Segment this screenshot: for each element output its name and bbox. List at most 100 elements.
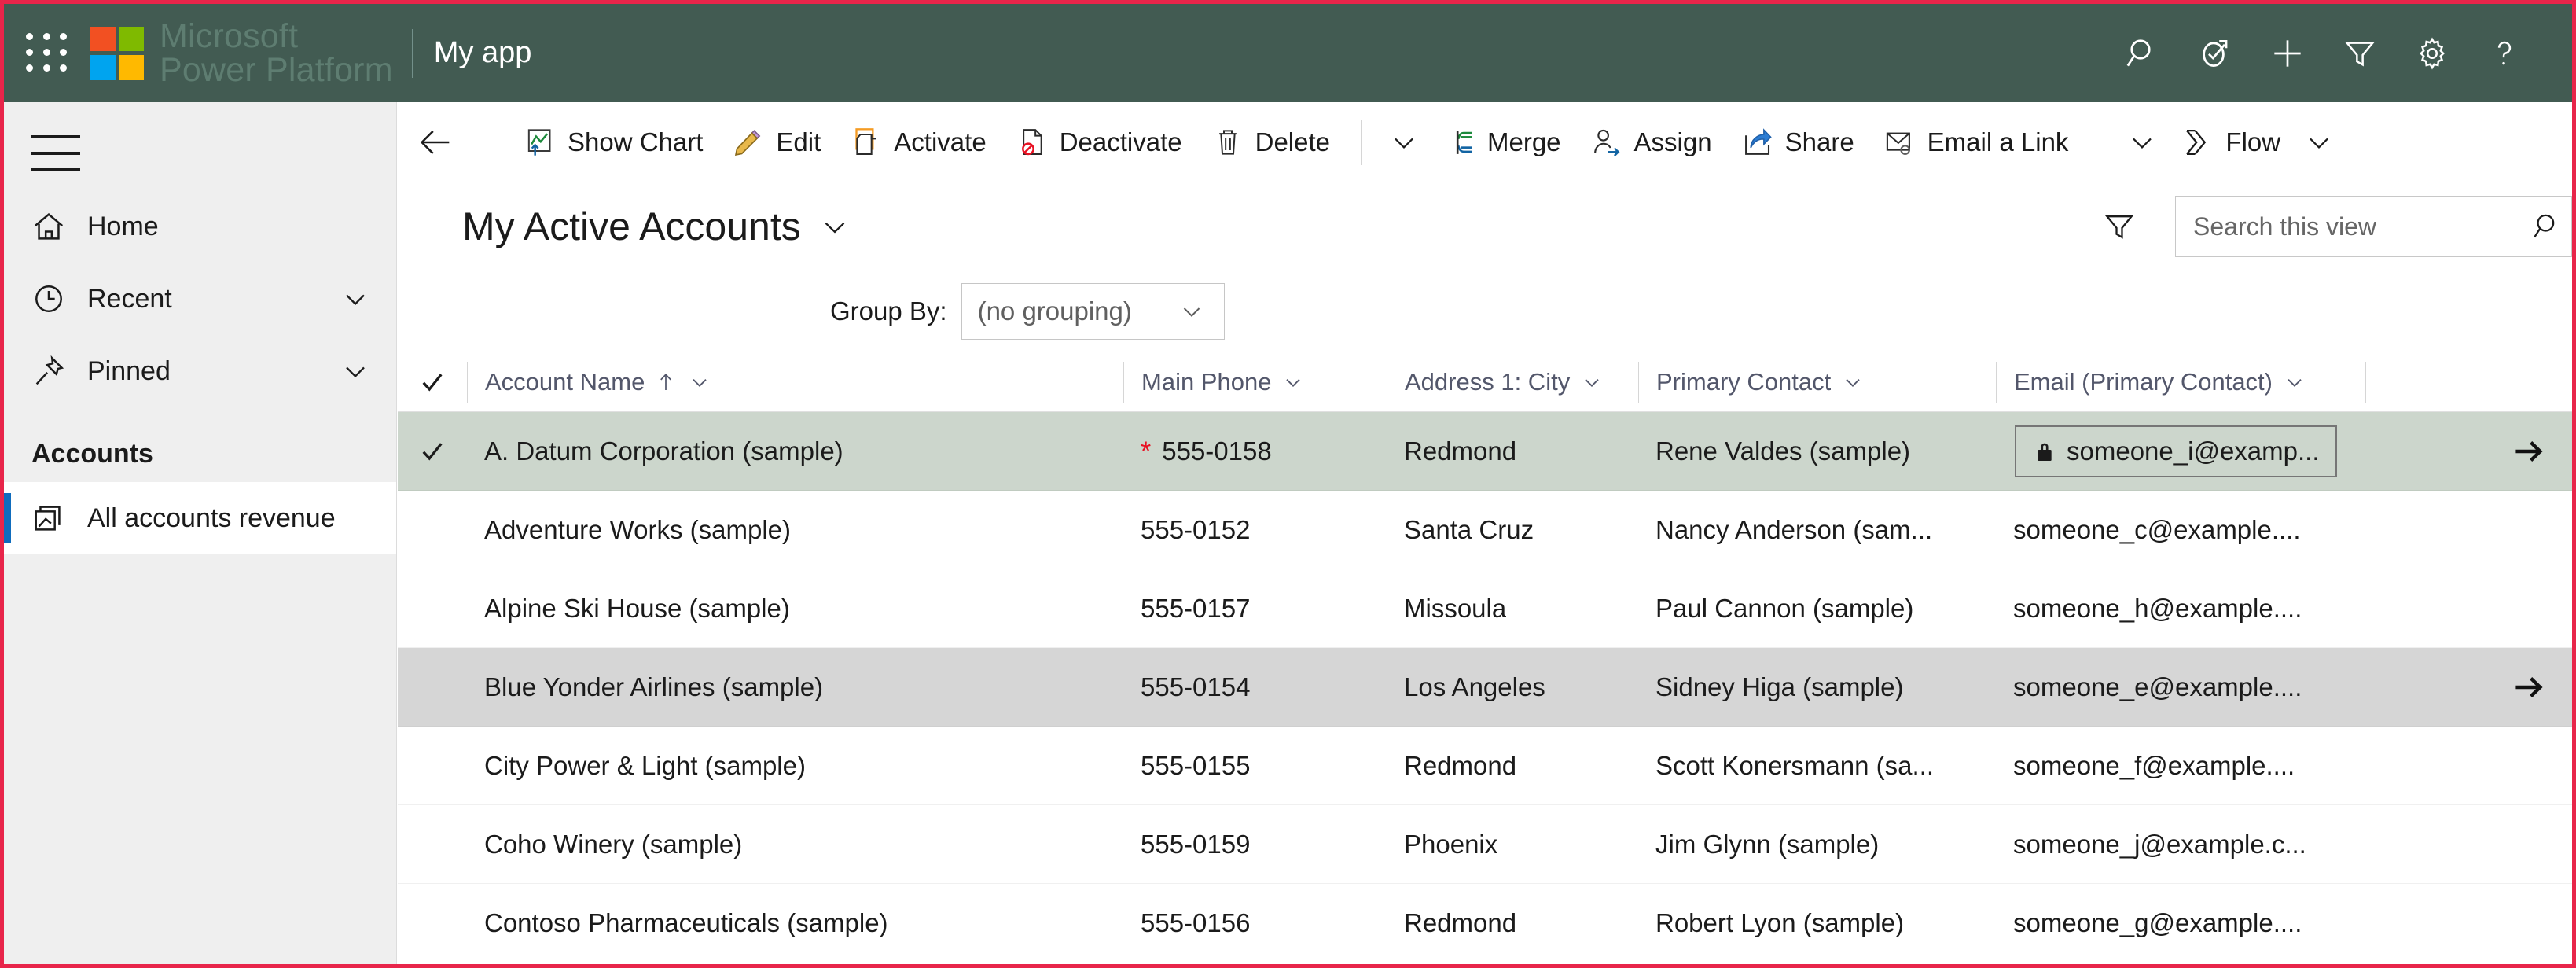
cell-email-primary-contact[interactable]: someone_j@example.c... xyxy=(1996,830,2365,859)
flow-chevron-down-icon[interactable] xyxy=(2295,102,2343,182)
cell-account-name[interactable]: Coho Winery (sample) xyxy=(467,830,1123,859)
table-row[interactable]: Adventure Works (sample) 555-0152 Santa Cr… xyxy=(398,491,2572,569)
cell-main-phone[interactable]: 555-0152 xyxy=(1123,515,1387,545)
cell-main-phone[interactable]: * 555-0158 xyxy=(1123,436,1387,466)
search-icon[interactable] xyxy=(2523,210,2571,243)
cell-email-primary-contact[interactable]: someone_h@example.... xyxy=(1996,594,2365,624)
cell-account-name[interactable]: Alpine Ski House (sample) xyxy=(467,594,1123,624)
plus-icon[interactable] xyxy=(2251,4,2324,102)
overflow-chevron-down-icon-2[interactable] xyxy=(2118,102,2166,182)
edit-button[interactable]: Edit xyxy=(717,102,835,182)
sidebar-item-home[interactable]: Home xyxy=(4,190,396,263)
cell-text: Los Angeles xyxy=(1404,672,1545,701)
assistant-icon[interactable] xyxy=(2179,4,2251,102)
merge-button[interactable]: Merge xyxy=(1428,102,1575,182)
share-button[interactable]: Share xyxy=(1726,102,1869,182)
select-all-checkbox[interactable] xyxy=(398,368,467,396)
view-selector-chevron-down-icon[interactable] xyxy=(817,208,853,245)
activate-button[interactable]: Activate xyxy=(835,102,1000,182)
gear-icon[interactable] xyxy=(2396,4,2468,102)
filter-icon[interactable] xyxy=(2324,4,2396,102)
arrow-right-icon[interactable] xyxy=(2511,670,2572,705)
cell-account-name[interactable]: Blue Yonder Airlines (sample) xyxy=(467,672,1123,702)
sidebar-item-pinned[interactable]: Pinned xyxy=(4,335,396,407)
cell-primary-contact[interactable]: Robert Lyon (sample) xyxy=(1638,908,1996,938)
flow-button[interactable]: Flow xyxy=(2166,102,2295,182)
overflow-chevron-down-icon[interactable] xyxy=(1380,102,1428,182)
chevron-down-icon[interactable] xyxy=(338,282,373,316)
chevron-down-icon[interactable] xyxy=(2282,370,2307,395)
cell-primary-contact[interactable]: Scott Konersmann (sa... xyxy=(1638,751,1996,781)
cell-main-phone[interactable]: 555-0155 xyxy=(1123,751,1387,781)
cell-address-city[interactable]: Missoula xyxy=(1387,594,1638,624)
cell-account-name[interactable]: A. Datum Corporation (sample) xyxy=(467,436,1123,466)
row-checkbox[interactable] xyxy=(398,437,467,466)
table-row[interactable]: Coho Winery (sample) 555-0159 Phoenix Jim G… xyxy=(398,805,2572,884)
group-by-select[interactable]: (no grouping) xyxy=(961,283,1225,340)
cell-address-city[interactable]: Phoenix xyxy=(1387,830,1638,859)
cell-account-name[interactable]: Adventure Works (sample) xyxy=(467,515,1123,545)
chevron-down-icon[interactable] xyxy=(1281,370,1306,395)
waffle-icon[interactable] xyxy=(26,32,70,74)
cell-main-phone[interactable]: 555-0159 xyxy=(1123,830,1387,859)
cell-address-city[interactable]: Los Angeles xyxy=(1387,672,1638,702)
table-row[interactable]: Blue Yonder Airlines (sample) 555-0154 Los… xyxy=(398,648,2572,727)
cell-email-primary-contact[interactable]: someone_f@example.... xyxy=(1996,751,2365,781)
search-input[interactable] xyxy=(2176,212,2523,241)
search-icon[interactable] xyxy=(2107,4,2179,102)
cell-account-name[interactable]: Contoso Pharmaceuticals (sample) xyxy=(467,908,1123,938)
back-arrow-icon[interactable] xyxy=(398,102,473,182)
help-icon[interactable] xyxy=(2468,4,2541,102)
email-a-link-button[interactable]: Email a Link xyxy=(1869,102,2083,182)
chevron-down-icon[interactable] xyxy=(687,370,712,395)
cell-primary-contact[interactable]: Jim Glynn (sample) xyxy=(1638,830,1996,859)
cell-address-city[interactable]: Redmond xyxy=(1387,908,1638,938)
column-header-account-name[interactable]: Account Name xyxy=(467,361,1123,403)
column-header-email-primary-contact[interactable]: Email (Primary Contact) xyxy=(1996,361,2365,403)
column-header-address-1-city[interactable]: Address 1: City xyxy=(1387,361,1638,403)
cell-primary-contact[interactable]: Nancy Anderson (sam... xyxy=(1638,515,1996,545)
delete-button[interactable]: Delete xyxy=(1196,102,1344,182)
table-row[interactable]: A. Datum Corporation (sample) * 555-0158 Re… xyxy=(398,412,2572,491)
cell-primary-contact[interactable]: Sidney Higa (sample) xyxy=(1638,672,1996,702)
chevron-down-icon[interactable] xyxy=(1579,370,1604,395)
cell-address-city[interactable]: Santa Cruz xyxy=(1387,515,1638,545)
chevron-down-icon[interactable] xyxy=(338,354,373,388)
share-icon xyxy=(1740,126,1775,159)
cell-primary-contact[interactable]: Rene Valdes (sample) xyxy=(1638,436,1996,466)
cell-main-phone[interactable]: 555-0156 xyxy=(1123,908,1387,938)
arrow-right-icon[interactable] xyxy=(2511,434,2572,469)
command-label: Show Chart xyxy=(568,127,704,156)
cell-email-primary-contact[interactable]: someone_c@example.... xyxy=(1996,515,2365,545)
deactivate-button[interactable]: Deactivate xyxy=(1001,102,1196,182)
column-header-primary-contact[interactable]: Primary Contact xyxy=(1638,361,1996,403)
column-header-main-phone[interactable]: Main Phone xyxy=(1123,361,1387,403)
column-header-label: Email (Primary Contact) xyxy=(2014,367,2273,396)
hamburger-icon[interactable] xyxy=(31,135,80,171)
brand-line-2: Power Platform xyxy=(160,50,393,89)
cell-address-city[interactable]: Redmond xyxy=(1387,751,1638,781)
cell-email-primary-contact[interactable]: someone_g@example.... xyxy=(1996,908,2365,938)
cell-address-city[interactable]: Redmond xyxy=(1387,436,1638,466)
microsoft-power-platform-logo[interactable]: Microsoft Power Platform xyxy=(90,20,393,86)
cell-account-name[interactable]: City Power & Light (sample) xyxy=(467,751,1123,781)
show-chart-button[interactable]: Show Chart xyxy=(509,102,717,182)
chevron-down-icon[interactable] xyxy=(1840,370,1865,395)
assign-button[interactable]: Assign xyxy=(1575,102,1726,182)
sidebar-item-recent[interactable]: Recent xyxy=(4,263,396,335)
search-view-box[interactable] xyxy=(2175,196,2572,257)
sidebar-item-label: Pinned xyxy=(87,355,171,386)
chevron-down-icon[interactable] xyxy=(1177,296,1207,326)
cell-main-phone[interactable]: 555-0157 xyxy=(1123,594,1387,624)
cell-email-primary-contact[interactable]: someone_e@example.... xyxy=(1996,672,2365,702)
table-row[interactable]: City Power & Light (sample) 555-0155 Redmo… xyxy=(398,727,2572,805)
cell-email-primary-contact[interactable]: someone_i@examp... xyxy=(1996,425,2365,477)
table-row[interactable]: Contoso Pharmaceuticals (sample) 555-0156… xyxy=(398,884,2572,962)
cell-text: Missoula xyxy=(1404,593,1507,623)
table-row[interactable]: Alpine Ski House (sample) 555-0157 Missoul… xyxy=(398,569,2572,648)
filter-icon[interactable] xyxy=(2085,193,2153,260)
email-cell-focused[interactable]: someone_i@examp... xyxy=(2015,425,2337,477)
cell-main-phone[interactable]: 555-0154 xyxy=(1123,672,1387,702)
cell-primary-contact[interactable]: Paul Cannon (sample) xyxy=(1638,594,1996,624)
sidebar-item-all-accounts-revenue[interactable]: All accounts revenue xyxy=(4,482,396,554)
